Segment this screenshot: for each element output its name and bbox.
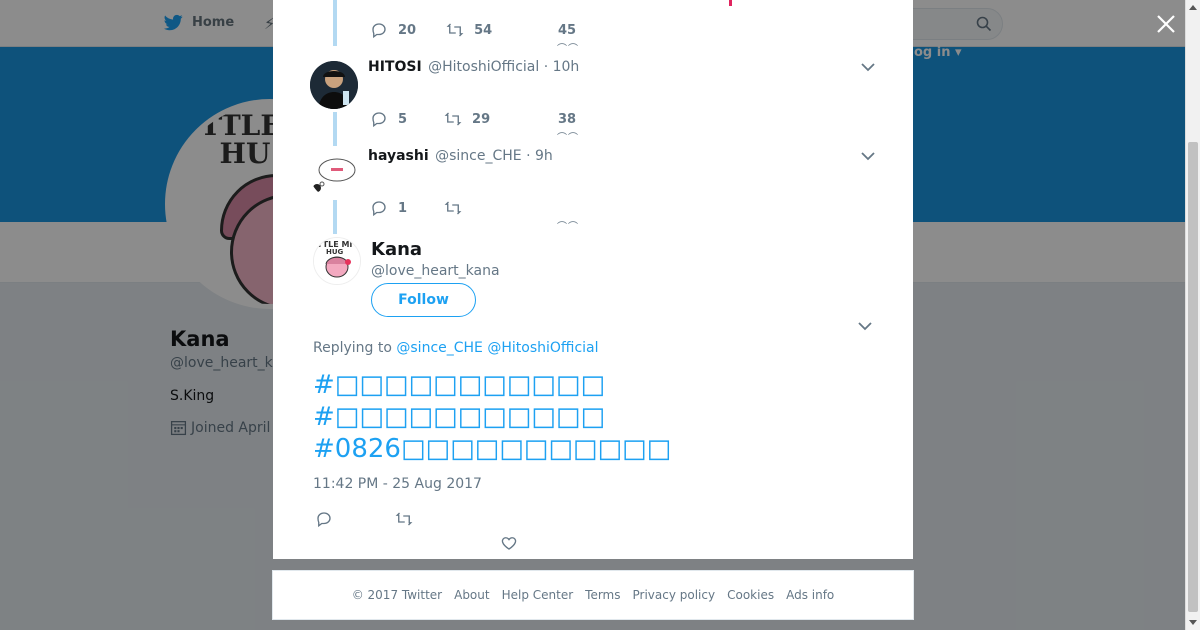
chevron-down-icon[interactable] [861,62,875,72]
main-tweet-author-name[interactable]: Kana [371,239,422,260]
replying-to-line: Replying to @since_CHE @HitoshiOfficial [313,340,599,356]
reply-button[interactable]: 20 [370,21,416,39]
thread-connector [333,200,337,234]
speech-bubble-drawing-icon [310,150,358,198]
reply-button[interactable]: 1 [370,199,407,217]
footer-link-about[interactable]: About [454,588,489,602]
scrollbar-thumb[interactable] [1188,142,1198,612]
retweet-icon[interactable] [395,510,413,528]
reply-icon [372,23,386,39]
reply-mention-link[interactable]: @HitoshiOfficial [487,340,598,356]
retweet-button[interactable]: 54 [446,21,492,39]
svg-text:HUG: HUG [326,248,344,256]
close-icon [1157,15,1175,33]
follow-button[interactable]: Follow [371,283,476,317]
footer-link-help-center[interactable]: Help Center [502,588,574,602]
hashtag-link[interactable]: #□□□□□□□□□□□ [313,369,605,401]
scrollbar[interactable] [1185,0,1200,630]
chevron-down-icon[interactable] [858,321,872,331]
retweet-icon [446,23,464,37]
clipped-icon-fragment: ⌒⌒ [557,44,579,55]
footer-copyright: © 2017 Twitter [351,588,443,602]
thread-connector [333,0,337,46]
red-marker [729,0,732,6]
tweet-author-handle[interactable]: @HitoshiOfficial [428,59,539,75]
hashtag-link[interactable]: #0826□□□□□□□□□□□ [313,433,671,465]
clipped-icon-fragment: ⌒⌒ [557,133,579,144]
tweet-time[interactable]: · 10h [544,59,580,75]
replying-prefix: Replying to [313,340,392,356]
tweet-author-name[interactable]: HITOSI [368,59,422,75]
footer-link-cookies[interactable]: Cookies [727,588,774,602]
tweet-author-handle[interactable]: @since_CHE [435,148,522,164]
little-miss-hug-icon: TTLE MI HUG [314,238,360,284]
main-tweet-author-handle[interactable]: @love_heart_kana [371,263,500,279]
reply-count: 20 [398,22,417,38]
tweet-time[interactable]: · 9h [526,148,553,164]
tweet-header: hayashi @since_CHE · 9h [368,148,553,164]
retweet-icon [444,112,462,126]
tweet-avatar[interactable] [310,61,358,109]
thread-connector [333,112,337,146]
clipped-icon-fragment: ⌒⌒ [557,222,579,233]
like-icon[interactable] [500,534,518,552]
retweet-icon [444,201,462,215]
reply-icon [372,112,386,128]
retweet-button[interactable] [444,199,462,217]
footer: © 2017 Twitter About Help Center Terms P… [272,570,914,620]
like-count[interactable]: 38 [558,112,576,127]
main-tweet-avatar[interactable]: TTLE MI HUG [313,237,361,285]
tweet-avatar[interactable] [310,150,358,198]
reply-icon[interactable] [315,510,333,528]
footer-link-ads-info[interactable]: Ads info [786,588,834,602]
tweet-actions: 20 54 [370,21,492,39]
scroll-up-arrow-icon[interactable] [1189,5,1197,10]
scroll-down-arrow-icon[interactable] [1189,620,1197,625]
footer-link-terms[interactable]: Terms [585,588,620,602]
tweet-timestamp[interactable]: 11:42 PM - 25 Aug 2017 [313,476,482,492]
footer-link-privacy[interactable]: Privacy policy [633,588,716,602]
retweet-count: 54 [474,22,493,38]
reply-mention-link[interactable]: @since_CHE [396,340,483,356]
reply-icon [372,201,386,217]
close-button[interactable] [1152,10,1180,38]
hashtag-link[interactable]: #□□□□□□□□□□□ [313,401,605,433]
user-photo-icon [310,61,358,109]
tweet-header: HITOSI @HitoshiOfficial · 10h [368,59,579,75]
reply-button[interactable]: 5 [370,110,407,128]
retweet-button[interactable]: 29 [444,110,490,128]
tweet-actions: 1 [370,199,462,217]
tweet-actions: 5 29 [370,110,490,128]
retweet-count: 29 [472,111,491,127]
reply-count: 5 [398,111,408,127]
tweet-author-name[interactable]: hayashi [368,148,429,164]
chevron-down-icon[interactable] [861,151,875,161]
like-count[interactable]: 45 [558,23,576,38]
reply-count: 1 [398,200,408,216]
